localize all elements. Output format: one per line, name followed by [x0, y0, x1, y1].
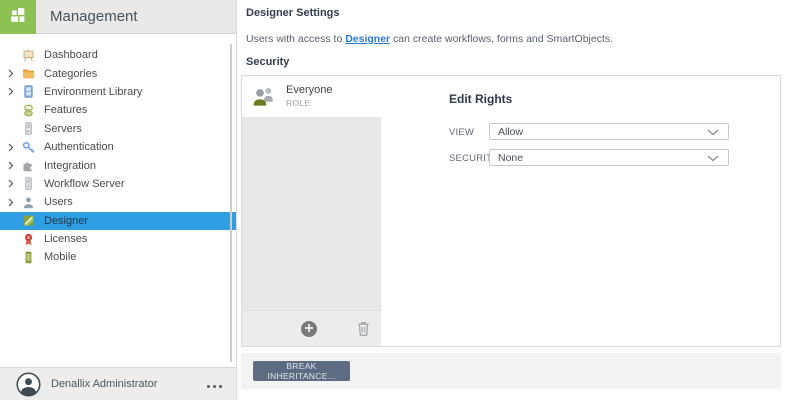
server-icon — [22, 122, 42, 135]
break-inheritance-button[interactable]: BREAK INHERITANCE... — [253, 361, 350, 381]
server-icon — [22, 177, 42, 190]
grid-logo-icon — [8, 5, 28, 30]
member-name: Everyone — [286, 84, 332, 96]
sidebar-item-categories[interactable]: Categories — [0, 64, 236, 82]
sidebar-item-features[interactable]: Features — [0, 101, 236, 119]
current-user-name: Denallix Administrator — [51, 378, 157, 390]
license-icon — [22, 233, 42, 246]
sidebar-header: Management — [0, 0, 236, 34]
sidebar-item-servers[interactable]: Servers — [0, 120, 236, 138]
sidebar-item-label: Workflow Server — [44, 178, 124, 190]
member-item-everyone[interactable]: Everyone ROLE — [242, 76, 381, 117]
user-icon — [22, 196, 42, 209]
main-panel: Designer Settings Users with access to D… — [237, 0, 800, 400]
plus-icon — [304, 320, 314, 338]
delete-member-button[interactable] — [357, 321, 370, 341]
sidebar-item-label: Authentication — [44, 141, 114, 153]
page-title: Designer Settings — [246, 7, 340, 19]
sidebar-item-label: Environment Library — [44, 86, 142, 98]
sidebar-item-environment-library[interactable]: Environment Library — [0, 83, 236, 101]
chevron-right-icon[interactable] — [8, 179, 22, 188]
sidebar: Management Dashboard Categories — [0, 0, 237, 400]
sidebar-item-label: Users — [44, 196, 73, 208]
sidebar-item-label: Mobile — [44, 251, 76, 263]
ellipsis-icon[interactable] — [207, 385, 222, 388]
sidebar-item-label: Servers — [44, 123, 82, 135]
edit-rights-title: Edit Rights — [449, 92, 512, 106]
sidebar-item-authentication[interactable]: Authentication — [0, 138, 236, 156]
app-title: Management — [50, 8, 138, 25]
sidebar-scrollbar[interactable] — [230, 44, 232, 362]
sidebar-item-licenses[interactable]: Licenses — [0, 230, 236, 248]
mobile-icon — [22, 251, 42, 264]
chevron-right-icon[interactable] — [8, 87, 22, 96]
sidebar-item-workflow-server[interactable]: Workflow Server — [0, 175, 236, 193]
security-section-title: Security — [246, 56, 289, 68]
chevron-right-icon[interactable] — [8, 161, 22, 170]
sidebar-item-label: Integration — [44, 160, 96, 172]
security-rights-select[interactable]: None — [489, 149, 729, 166]
view-rights-select[interactable]: Allow — [489, 123, 729, 140]
sidebar-item-integration[interactable]: Integration — [0, 156, 236, 174]
sidebar-tree: Dashboard Categories Environment Library — [0, 46, 236, 267]
chevron-right-icon[interactable] — [8, 143, 22, 152]
description-text: Users with access to Designer can create… — [246, 33, 613, 45]
security-rights-value: None — [498, 152, 523, 164]
person-circle-icon — [16, 372, 41, 397]
folder-icon — [22, 67, 42, 80]
sidebar-titlebar: Management — [36, 0, 236, 34]
member-type-badge: ROLE — [286, 98, 310, 108]
chevron-right-icon[interactable] — [8, 69, 22, 78]
features-icon — [22, 104, 42, 117]
sidebar-item-mobile[interactable]: Mobile — [0, 248, 236, 266]
sidebar-item-label: Designer — [44, 215, 88, 227]
app-logo[interactable] — [0, 0, 36, 34]
member-list-column: Everyone ROLE — [242, 76, 381, 346]
member-list[interactable] — [242, 117, 381, 310]
view-field-label: VIEW — [449, 127, 474, 138]
key-icon — [22, 141, 42, 154]
sidebar-item-label: Dashboard — [44, 49, 98, 61]
chevron-down-icon — [707, 155, 719, 162]
chevron-down-icon — [707, 129, 719, 136]
sidebar-item-label: Categories — [44, 68, 97, 80]
library-icon — [22, 85, 42, 98]
sidebar-item-users[interactable]: Users — [0, 193, 236, 211]
dashboard-icon — [22, 49, 42, 62]
sidebar-item-label: Licenses — [44, 233, 87, 245]
trash-icon — [357, 321, 370, 341]
view-rights-value: Allow — [498, 126, 523, 138]
designer-link[interactable]: Designer — [345, 33, 390, 45]
chevron-right-icon[interactable] — [8, 198, 22, 207]
sidebar-item-label: Features — [44, 104, 87, 116]
member-toolbar — [242, 310, 381, 346]
sidebar-item-dashboard[interactable]: Dashboard — [0, 46, 236, 64]
sidebar-item-designer[interactable]: Designer — [0, 212, 236, 230]
puzzle-icon — [22, 159, 42, 172]
management-console: Management Dashboard Categories — [0, 0, 800, 400]
bottom-action-strip: BREAK INHERITANCE... — [241, 353, 781, 389]
security-card: Everyone ROLE — [241, 75, 781, 347]
user-bar: Denallix Administrator — [0, 367, 236, 400]
role-people-icon — [250, 85, 278, 113]
designer-icon — [22, 214, 42, 227]
add-member-button[interactable] — [301, 321, 317, 337]
description-prefix: Users with access to — [246, 33, 345, 45]
description-suffix: can create workflows, forms and SmartObj… — [390, 33, 613, 45]
